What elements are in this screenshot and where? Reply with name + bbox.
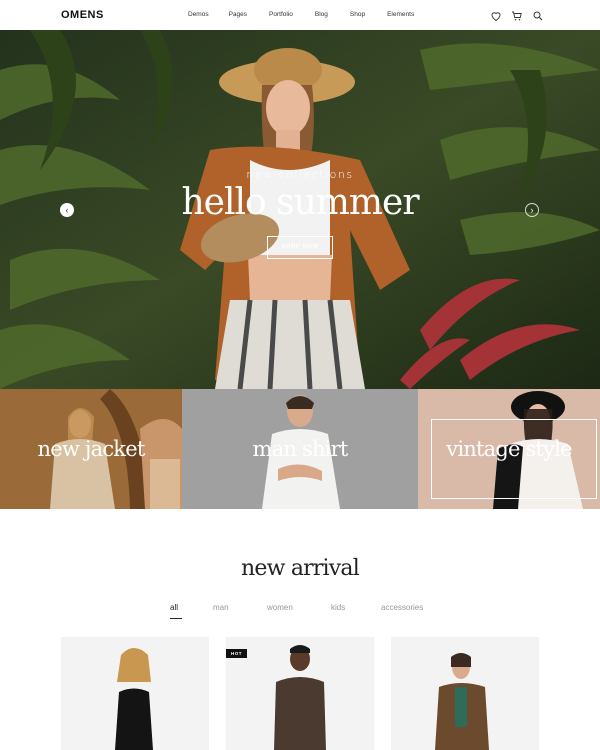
product-image bbox=[435, 653, 489, 750]
main-nav: Demos Pages Portfolio Blog Shop Elements bbox=[188, 11, 436, 18]
slider-next-button[interactable]: › bbox=[525, 203, 539, 217]
hero-subtitle: new collections bbox=[246, 168, 354, 181]
filter-accessories[interactable]: accessories bbox=[381, 603, 423, 612]
nav-pages[interactable]: Pages bbox=[229, 11, 247, 18]
nav-portfolio[interactable]: Portfolio bbox=[269, 11, 293, 18]
site-header: OMENS Demos Pages Portfolio Blog Shop El… bbox=[0, 0, 600, 30]
category-label: vintage style bbox=[446, 437, 572, 461]
nav-elements[interactable]: Elements bbox=[387, 11, 414, 18]
filter-man[interactable]: man bbox=[213, 603, 229, 612]
chevron-left-icon: ‹ bbox=[65, 204, 69, 215]
filter-women[interactable]: women bbox=[267, 603, 293, 612]
shop-now-button[interactable]: SHOP NOW bbox=[267, 236, 333, 259]
nav-demos[interactable]: Demos bbox=[188, 11, 209, 18]
category-tile-jacket[interactable]: new jacket bbox=[0, 389, 182, 509]
product-card[interactable] bbox=[61, 637, 209, 750]
product-card[interactable]: HOT bbox=[226, 637, 374, 750]
hero-slider: new collections hello summer SHOP NOW ‹ … bbox=[0, 30, 600, 389]
hot-badge: HOT bbox=[226, 649, 247, 658]
filter-kids[interactable]: kids bbox=[331, 603, 345, 612]
product-card[interactable] bbox=[391, 637, 539, 750]
heart-icon[interactable] bbox=[490, 9, 502, 22]
product-image bbox=[115, 648, 153, 750]
cart-icon[interactable] bbox=[511, 9, 523, 21]
category-tile-shirt[interactable]: man shirt bbox=[182, 389, 418, 509]
nav-blog[interactable]: Blog bbox=[315, 11, 328, 18]
category-label: new jacket bbox=[37, 437, 146, 461]
product-image bbox=[274, 645, 326, 750]
nav-shop[interactable]: Shop bbox=[350, 11, 365, 18]
active-filter-underline bbox=[170, 618, 182, 619]
section-title: new arrival bbox=[241, 556, 360, 581]
slider-prev-button[interactable]: ‹ bbox=[60, 203, 74, 217]
filter-all[interactable]: all bbox=[170, 603, 178, 612]
header-icons bbox=[490, 9, 544, 22]
hero-title: hello summer bbox=[181, 182, 419, 223]
search-icon[interactable] bbox=[532, 9, 544, 21]
category-label: man shirt bbox=[252, 437, 349, 461]
category-tile-vintage[interactable]: vintage style bbox=[418, 389, 600, 509]
chevron-right-icon: › bbox=[530, 204, 534, 215]
site-logo[interactable]: OMENS bbox=[61, 9, 104, 21]
